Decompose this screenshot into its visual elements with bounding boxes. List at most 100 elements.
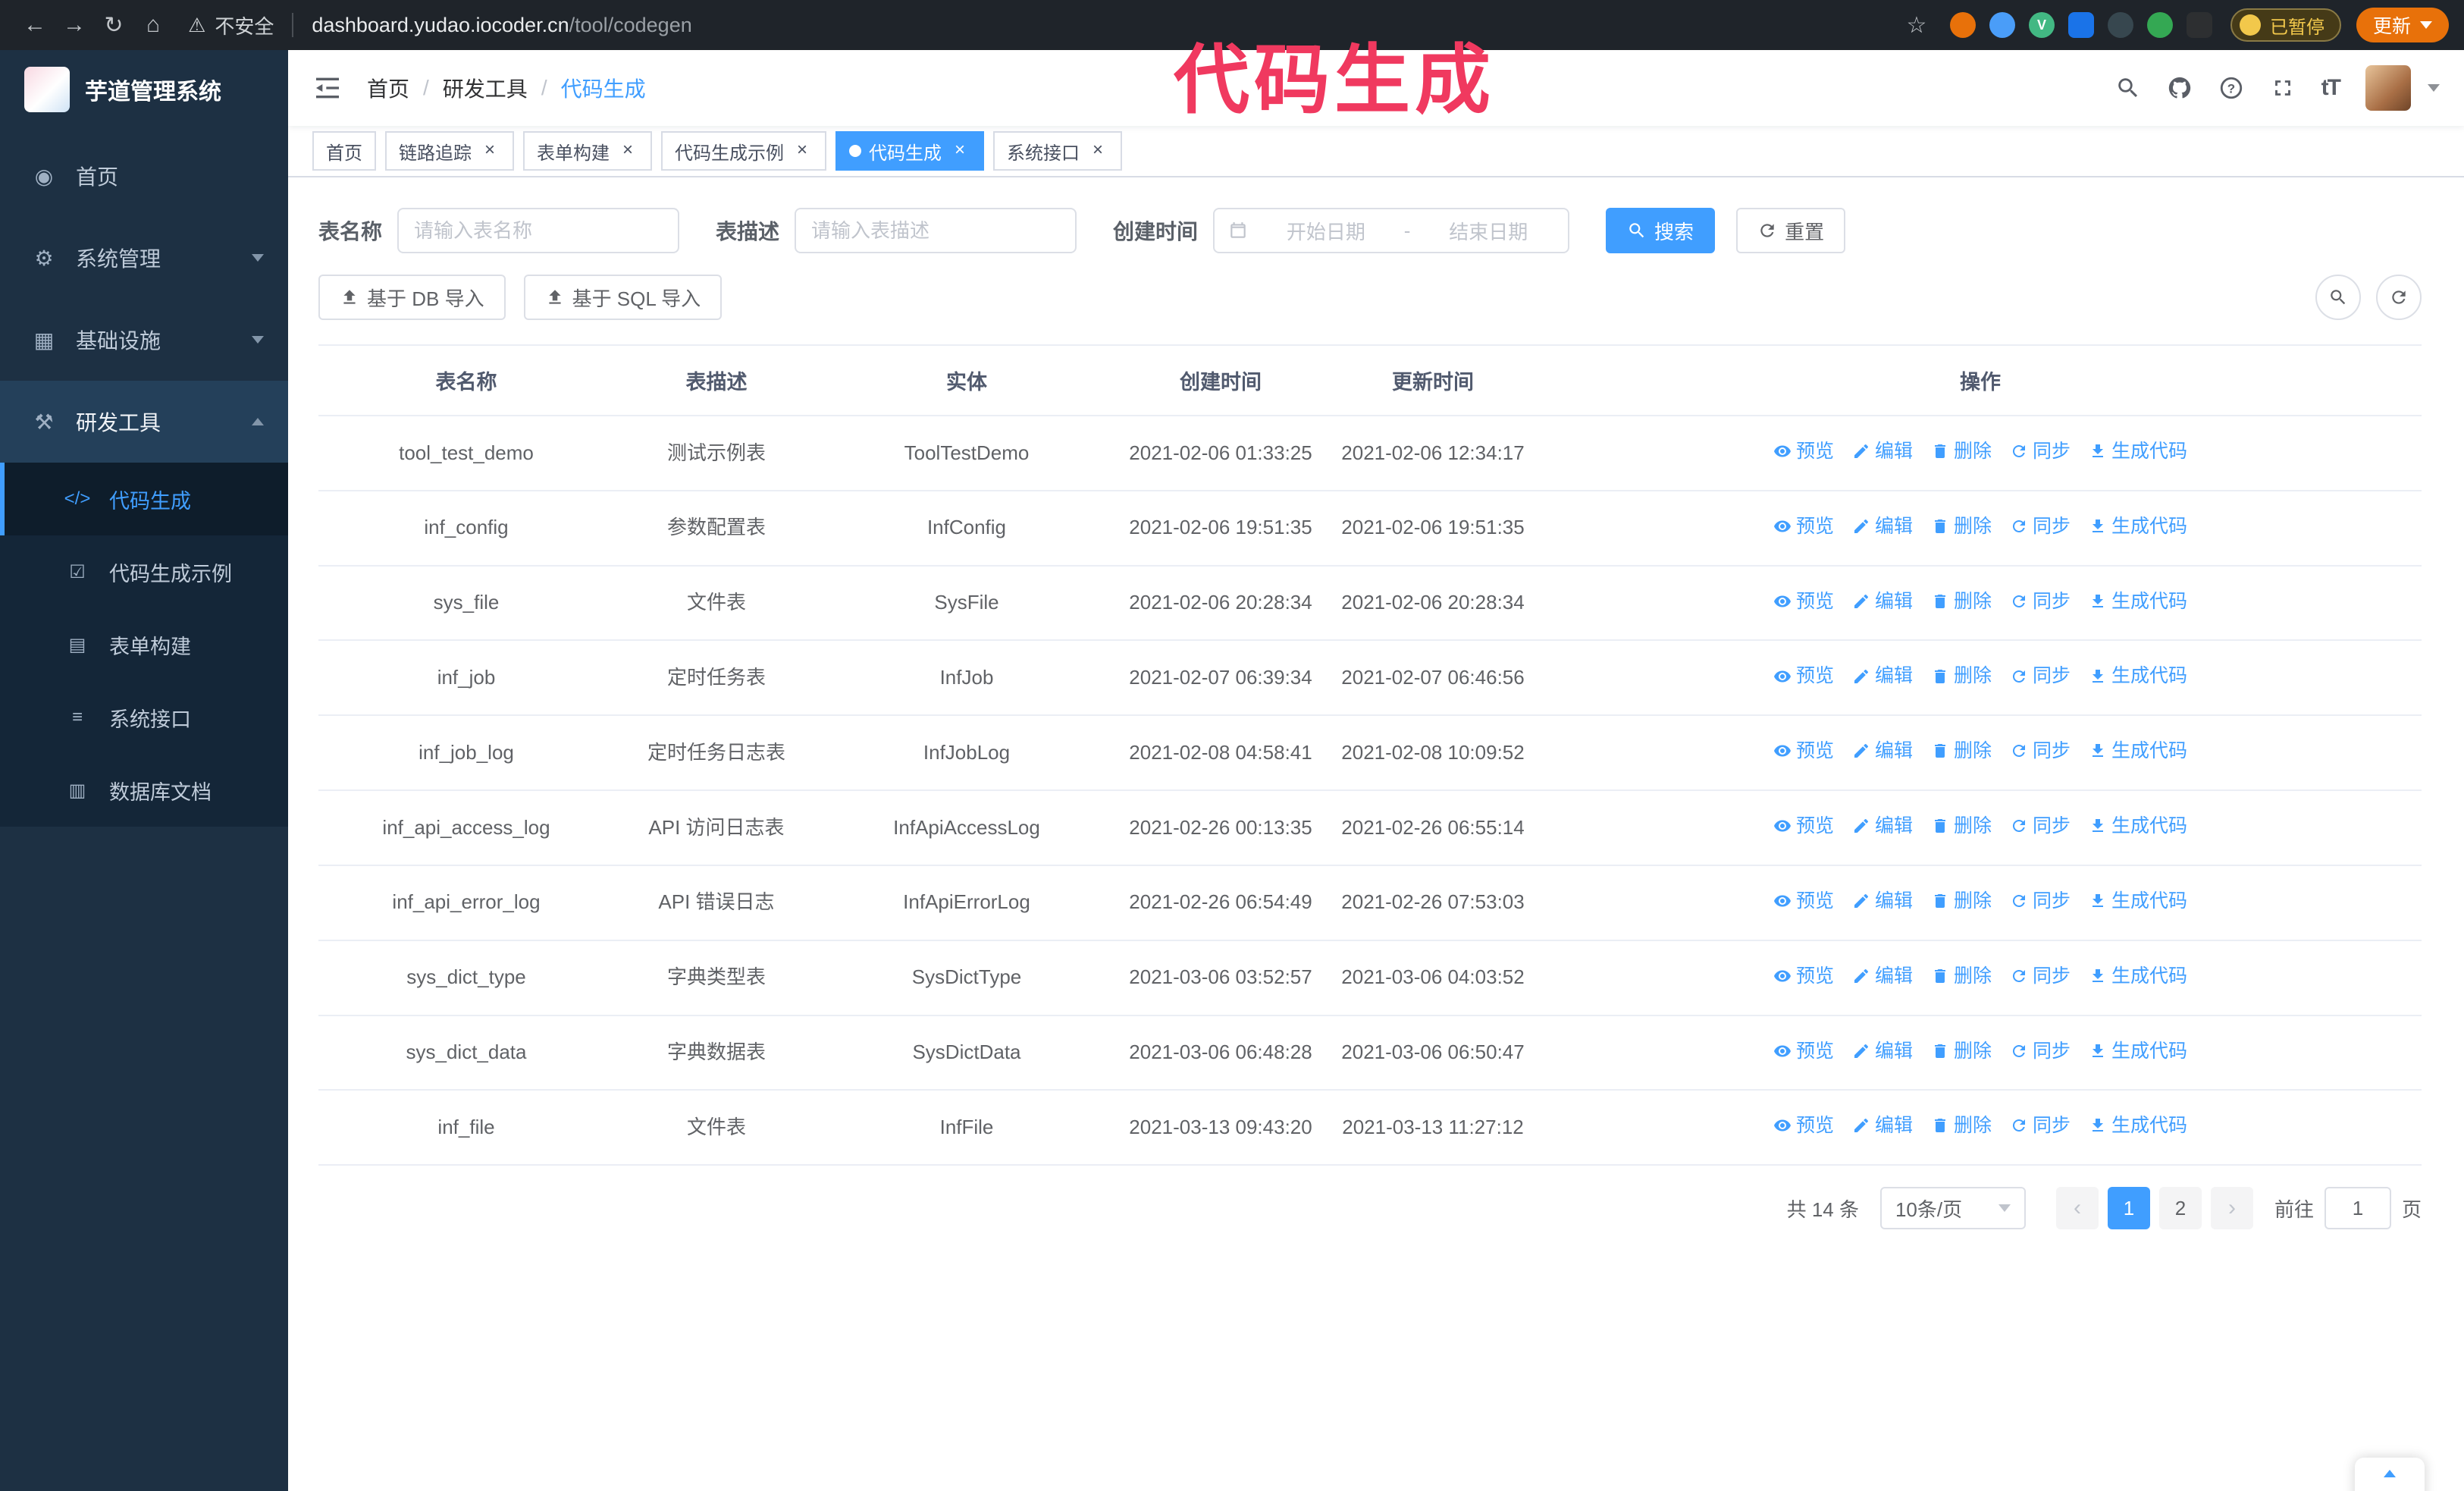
- delete-link[interactable]: 删除: [1931, 588, 1992, 615]
- tab-close-icon[interactable]: ×: [1087, 140, 1108, 162]
- edit-link[interactable]: 编辑: [1852, 662, 1913, 689]
- preview-link[interactable]: 预览: [1773, 962, 1834, 990]
- browser-reload-icon[interactable]: ↻: [94, 5, 133, 45]
- tab-active[interactable]: 代码生成 ×: [835, 131, 984, 171]
- delete-link[interactable]: 删除: [1931, 887, 1992, 915]
- edit-link[interactable]: 编辑: [1852, 737, 1913, 764]
- edit-link[interactable]: 编辑: [1852, 962, 1913, 990]
- preview-link[interactable]: 预览: [1773, 1112, 1834, 1139]
- sync-link[interactable]: 同步: [2010, 962, 2071, 990]
- avatar-caret-icon[interactable]: [2428, 84, 2440, 92]
- import-sql-button[interactable]: 基于 SQL 导入: [523, 275, 723, 320]
- browser-update-button[interactable]: 更新: [2356, 8, 2449, 42]
- generate-code-link[interactable]: 生成代码: [2089, 513, 2187, 540]
- user-avatar[interactable]: [2365, 65, 2411, 111]
- extensions-puzzle-icon[interactable]: [2186, 12, 2212, 38]
- browser-back-icon[interactable]: ←: [15, 5, 55, 45]
- github-icon[interactable]: [2167, 75, 2193, 101]
- delete-link[interactable]: 删除: [1931, 438, 1992, 465]
- edit-link[interactable]: 编辑: [1852, 1037, 1913, 1065]
- goto-page-input[interactable]: [2324, 1187, 2391, 1230]
- grid-extension-icon[interactable]: [2067, 12, 2094, 38]
- tab-close-icon[interactable]: ×: [479, 140, 500, 162]
- preview-link[interactable]: 预览: [1773, 1037, 1834, 1065]
- delete-link[interactable]: 删除: [1931, 962, 1992, 990]
- delete-link[interactable]: 删除: [1931, 1037, 1992, 1065]
- sidebar-collapse-icon[interactable]: [312, 73, 343, 103]
- tab-close-icon[interactable]: ×: [792, 140, 813, 162]
- generate-code-link[interactable]: 生成代码: [2089, 662, 2187, 689]
- browser-home-icon[interactable]: ⌂: [133, 5, 173, 45]
- preview-link[interactable]: 预览: [1773, 588, 1834, 615]
- sidebar-item[interactable]: ▦ 基础设施: [0, 299, 288, 381]
- prev-page-button[interactable]: ‹: [2055, 1187, 2099, 1230]
- edit-link[interactable]: 编辑: [1852, 588, 1913, 615]
- delete-link[interactable]: 删除: [1931, 513, 1992, 540]
- generate-code-link[interactable]: 生成代码: [2089, 588, 2187, 615]
- fullscreen-icon[interactable]: [2270, 75, 2296, 101]
- tab-item[interactable]: 表单构建 ×: [523, 131, 652, 171]
- table-desc-input[interactable]: [795, 208, 1077, 253]
- preview-link[interactable]: 预览: [1773, 737, 1834, 764]
- generate-code-link[interactable]: 生成代码: [2089, 1112, 2187, 1139]
- table-name-input[interactable]: [397, 208, 680, 253]
- toggle-search-button[interactable]: [2315, 275, 2361, 320]
- generate-code-link[interactable]: 生成代码: [2089, 962, 2187, 990]
- app-logo[interactable]: 芋道管理系统: [0, 50, 288, 129]
- search-icon[interactable]: [2115, 75, 2141, 101]
- drop-extension-icon[interactable]: [1989, 12, 2015, 38]
- sync-link[interactable]: 同步: [2010, 662, 2071, 689]
- back-to-top-button[interactable]: [2355, 1458, 2425, 1491]
- sidebar-item[interactable]: ▤ 表单构建: [0, 608, 288, 681]
- search-button[interactable]: 搜索: [1606, 208, 1716, 253]
- sidebar-item[interactable]: ⚒ 研发工具: [0, 381, 288, 463]
- url-bar[interactable]: dashboard.yudao.iocoder.cn/tool/codegen: [312, 14, 691, 37]
- preview-link[interactable]: 预览: [1773, 513, 1834, 540]
- sync-link[interactable]: 同步: [2010, 737, 2071, 764]
- tab-item[interactable]: 首页: [312, 131, 376, 171]
- lighthouse-extension-icon[interactable]: [1949, 12, 1976, 38]
- tab-item[interactable]: 代码生成示例 ×: [661, 131, 826, 171]
- preview-link[interactable]: 预览: [1773, 887, 1834, 915]
- help-icon[interactable]: ?: [2218, 75, 2244, 101]
- sidebar-item[interactable]: ≡ 系统接口: [0, 681, 288, 754]
- import-db-button[interactable]: 基于 DB 导入: [318, 275, 506, 320]
- generate-code-link[interactable]: 生成代码: [2089, 438, 2187, 465]
- sidebar-item[interactable]: </> 代码生成: [0, 463, 288, 535]
- generate-code-link[interactable]: 生成代码: [2089, 1037, 2187, 1065]
- delete-link[interactable]: 删除: [1931, 1112, 1992, 1139]
- preview-link[interactable]: 预览: [1773, 812, 1834, 840]
- edit-link[interactable]: 编辑: [1852, 1112, 1913, 1139]
- refresh-table-button[interactable]: [2376, 275, 2422, 320]
- page-button-1[interactable]: 1: [2107, 1187, 2150, 1230]
- generate-code-link[interactable]: 生成代码: [2089, 887, 2187, 915]
- preview-link[interactable]: 预览: [1773, 662, 1834, 689]
- sync-link[interactable]: 同步: [2010, 812, 2071, 840]
- security-warning-chip[interactable]: ⚠ 不安全: [188, 11, 274, 39]
- dark-extension-icon[interactable]: [2107, 12, 2133, 38]
- sync-link[interactable]: 同步: [2010, 513, 2071, 540]
- breadcrumb-link[interactable]: 首页: [367, 73, 409, 103]
- profile-paused-badge[interactable]: 已暂停: [2230, 8, 2341, 42]
- edit-link[interactable]: 编辑: [1852, 812, 1913, 840]
- sidebar-item[interactable]: ▥ 数据库文档: [0, 754, 288, 827]
- edit-link[interactable]: 编辑: [1852, 438, 1913, 465]
- next-page-button[interactable]: ›: [2210, 1187, 2253, 1230]
- generate-code-link[interactable]: 生成代码: [2089, 812, 2187, 840]
- edit-link[interactable]: 编辑: [1852, 887, 1913, 915]
- sync-link[interactable]: 同步: [2010, 588, 2071, 615]
- tab-item[interactable]: 系统接口 ×: [993, 131, 1122, 171]
- sync-link[interactable]: 同步: [2010, 1112, 2071, 1139]
- font-size-icon[interactable]: tT: [2321, 75, 2341, 101]
- page-size-select[interactable]: 10条/页: [1879, 1187, 2026, 1230]
- tab-item[interactable]: 链路追踪 ×: [385, 131, 514, 171]
- preview-link[interactable]: 预览: [1773, 438, 1834, 465]
- vue-devtools-icon[interactable]: V: [2028, 12, 2055, 38]
- tab-close-icon[interactable]: ×: [617, 140, 638, 162]
- generate-code-link[interactable]: 生成代码: [2089, 737, 2187, 764]
- tab-close-icon[interactable]: ×: [949, 140, 970, 162]
- sync-link[interactable]: 同步: [2010, 1037, 2071, 1065]
- sidebar-item[interactable]: ⚙ 系统管理: [0, 217, 288, 299]
- sync-link[interactable]: 同步: [2010, 887, 2071, 915]
- delete-link[interactable]: 删除: [1931, 737, 1992, 764]
